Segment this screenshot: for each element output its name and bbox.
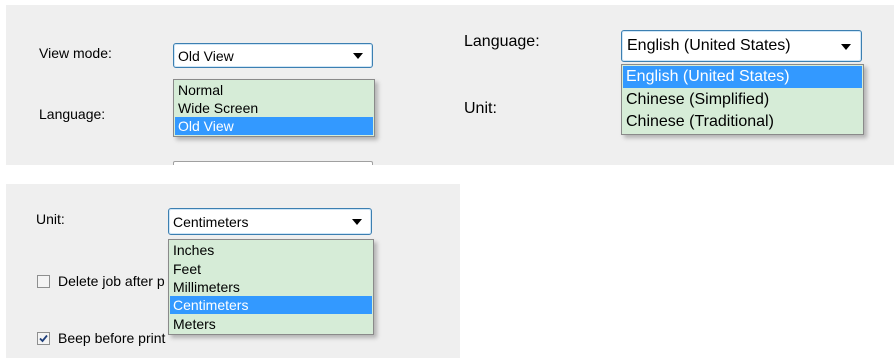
view-mode-option-normal[interactable]: Normal xyxy=(175,81,373,99)
language-option-chinese-simplified[interactable]: Chinese (Simplified) xyxy=(623,89,862,111)
beep-before-print-label: Beep before print xyxy=(58,330,166,346)
beep-before-print-checkbox[interactable] xyxy=(37,332,50,345)
unit-option-millimeters[interactable]: Millimeters xyxy=(170,278,372,296)
chevron-down-icon[interactable] xyxy=(352,219,362,225)
view-mode-dropdown-list: Normal Wide Screen Old View xyxy=(173,79,375,137)
view-mode-combobox[interactable]: Old View xyxy=(173,43,373,68)
language-option-chinese-traditional[interactable]: Chinese (Traditional) xyxy=(623,111,862,133)
language-label: Language: xyxy=(464,33,540,50)
delete-job-checkbox[interactable] xyxy=(37,275,50,288)
unit-dropdown-list: Inches Feet Millimeters Centimeters Mete… xyxy=(168,239,374,335)
unit-value: Centimeters xyxy=(173,213,249,230)
language-panel: Language: English (United States) Englis… xyxy=(454,5,894,165)
unit-combobox[interactable]: Centimeters xyxy=(168,208,372,235)
language-combobox[interactable]: English (United States) xyxy=(621,30,862,62)
unit-option-inches[interactable]: Inches xyxy=(170,241,372,259)
unit-option-meters[interactable]: Meters xyxy=(170,315,372,333)
unit-label: Unit: xyxy=(36,211,65,227)
unit-option-feet[interactable]: Feet xyxy=(170,260,372,278)
delete-job-label: Delete job after p xyxy=(58,273,165,289)
language-dropdown-list: English (United States) Chinese (Simplif… xyxy=(621,64,864,135)
chevron-down-icon[interactable] xyxy=(841,44,851,50)
checkmark-icon xyxy=(39,334,48,343)
view-mode-value: Old View xyxy=(178,47,234,64)
view-mode-panel: View mode: Old View Normal Wide Screen O… xyxy=(6,5,454,165)
view-mode-label: View mode: xyxy=(39,45,112,61)
unit-option-centimeters[interactable]: Centimeters xyxy=(170,296,372,314)
chevron-down-icon[interactable] xyxy=(353,53,363,59)
view-mode-option-old-view[interactable]: Old View xyxy=(175,117,373,135)
language-combobox[interactable] xyxy=(173,161,373,165)
language-option-english-us[interactable]: English (United States) xyxy=(623,66,862,88)
view-mode-option-wide-screen[interactable]: Wide Screen xyxy=(175,99,373,117)
unit-label: Unit: xyxy=(464,100,497,117)
language-value: English (United States) xyxy=(627,37,791,54)
language-label: Language: xyxy=(39,106,106,122)
unit-panel: Unit: Centimeters Inches Feet Millimeter… xyxy=(6,184,460,358)
